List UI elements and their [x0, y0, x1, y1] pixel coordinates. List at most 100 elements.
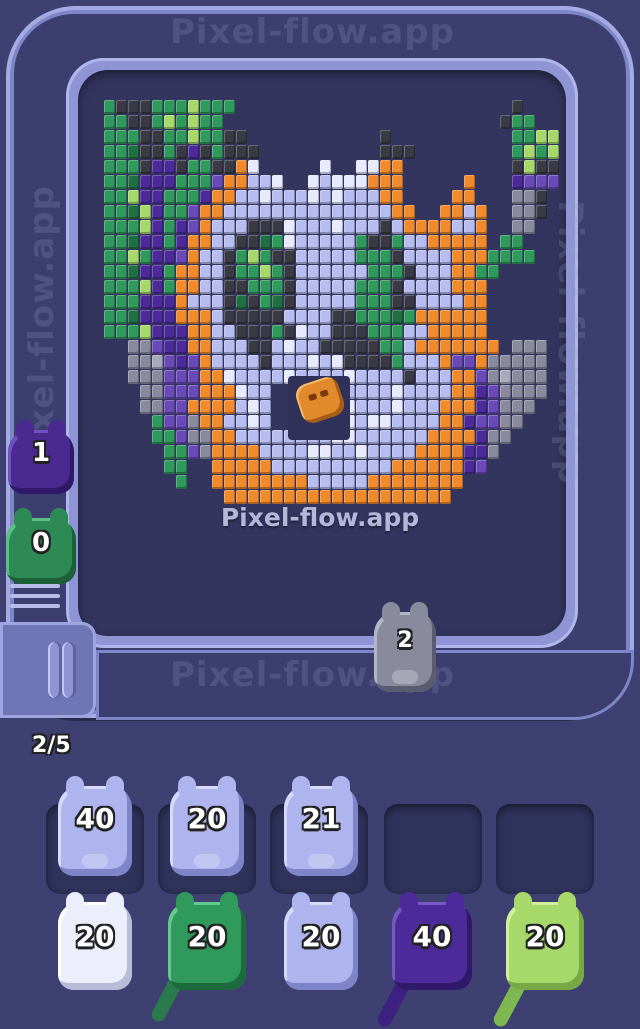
pixel-block [452, 190, 463, 204]
pixel-block [296, 310, 307, 324]
pixel-block [212, 205, 223, 219]
pixel-block [116, 115, 127, 129]
pixel-block [140, 325, 151, 339]
pixel-block [308, 220, 319, 234]
pixel-block [296, 355, 307, 369]
pixel-block [308, 475, 319, 489]
supply-shooter[interactable]: 40 [392, 892, 472, 990]
supply-shooter[interactable]: 20 [284, 892, 358, 990]
pixel-block [344, 490, 355, 504]
pixel-block [428, 235, 439, 249]
pixel-block [440, 220, 451, 234]
pixel-block [308, 280, 319, 294]
pixel-block [428, 445, 439, 459]
pixel-block [476, 265, 487, 279]
pixel-block [236, 355, 247, 369]
pixel-block [176, 220, 187, 234]
holding-slot[interactable] [496, 804, 594, 894]
pixel-block [116, 325, 127, 339]
pixel-block [224, 295, 235, 309]
pixel-block [296, 205, 307, 219]
pixel-block [152, 415, 163, 429]
pixel-block [536, 385, 547, 399]
pixel-block [368, 280, 379, 294]
pixel-block [224, 130, 235, 144]
pixel-block [224, 355, 235, 369]
pixel-block [224, 235, 235, 249]
holding-shooter[interactable]: 20 [170, 776, 244, 876]
pixel-block [116, 175, 127, 189]
holding-shooter[interactable]: 21 [284, 776, 358, 876]
pixel-block [296, 265, 307, 279]
pixel-block [356, 190, 367, 204]
queue-shooter[interactable]: 1 [8, 420, 74, 494]
pixel-block [440, 445, 451, 459]
pixel-block [356, 355, 367, 369]
pixel-block [344, 295, 355, 309]
pixel-block [272, 370, 283, 384]
pixel-block [452, 235, 463, 249]
holding-slot[interactable] [384, 804, 482, 894]
pixel-block [248, 160, 259, 174]
pixel-block [488, 430, 499, 444]
pixel-block [344, 475, 355, 489]
pixel-block [392, 370, 403, 384]
pixel-block [200, 400, 211, 414]
pixel-block [428, 325, 439, 339]
site-label: Pixel-flow.app [220, 503, 420, 532]
pixel-block [140, 160, 151, 174]
pixel-block [476, 445, 487, 459]
queue-shooter[interactable]: 0 [6, 508, 76, 584]
supply-shooter[interactable]: 20 [168, 892, 246, 990]
pixel-block [176, 355, 187, 369]
holding-shooter[interactable]: 40 [58, 776, 132, 876]
pixel-block [224, 445, 235, 459]
pixel-block [392, 490, 403, 504]
pixel-block [128, 280, 139, 294]
pixel-block [212, 340, 223, 354]
pixel-block [332, 310, 343, 324]
pixel-block [356, 400, 367, 414]
pixel-block [476, 460, 487, 474]
pixel-block [284, 295, 295, 309]
pixel-block [404, 265, 415, 279]
pixel-block [476, 220, 487, 234]
pixel-block [344, 205, 355, 219]
pixel-block [296, 490, 307, 504]
supply-shooter[interactable]: 20 [506, 892, 584, 990]
pixel-block [392, 430, 403, 444]
pixel-block [152, 325, 163, 339]
pixel-block [476, 295, 487, 309]
pixel-block [164, 340, 175, 354]
pixel-block [188, 130, 199, 144]
pixel-block [500, 430, 511, 444]
pixel-block [416, 400, 427, 414]
supply-shooter[interactable]: 20 [58, 892, 132, 990]
pixel-block [308, 205, 319, 219]
pixel-block [416, 265, 427, 279]
pixel-block [140, 190, 151, 204]
pixel-block [332, 235, 343, 249]
pixel-block [332, 175, 343, 189]
pixel-block [392, 310, 403, 324]
pixel-block [164, 370, 175, 384]
pixel-block [236, 175, 247, 189]
pixel-block [200, 295, 211, 309]
pixel-block [332, 490, 343, 504]
pixel-block [260, 250, 271, 264]
pixel-block [332, 205, 343, 219]
pixel-block [212, 115, 223, 129]
pixel-block [284, 280, 295, 294]
pixel-block [332, 445, 343, 459]
pixel-block [524, 385, 535, 399]
pixel-block [116, 265, 127, 279]
pixel-block [524, 160, 535, 174]
queue-slat [10, 594, 60, 598]
pixel-block [416, 250, 427, 264]
pixel-block [224, 265, 235, 279]
pixel-block [332, 355, 343, 369]
pixel-block [344, 310, 355, 324]
pixel-block [332, 220, 343, 234]
pixel-block [188, 205, 199, 219]
pixel-block [404, 205, 415, 219]
